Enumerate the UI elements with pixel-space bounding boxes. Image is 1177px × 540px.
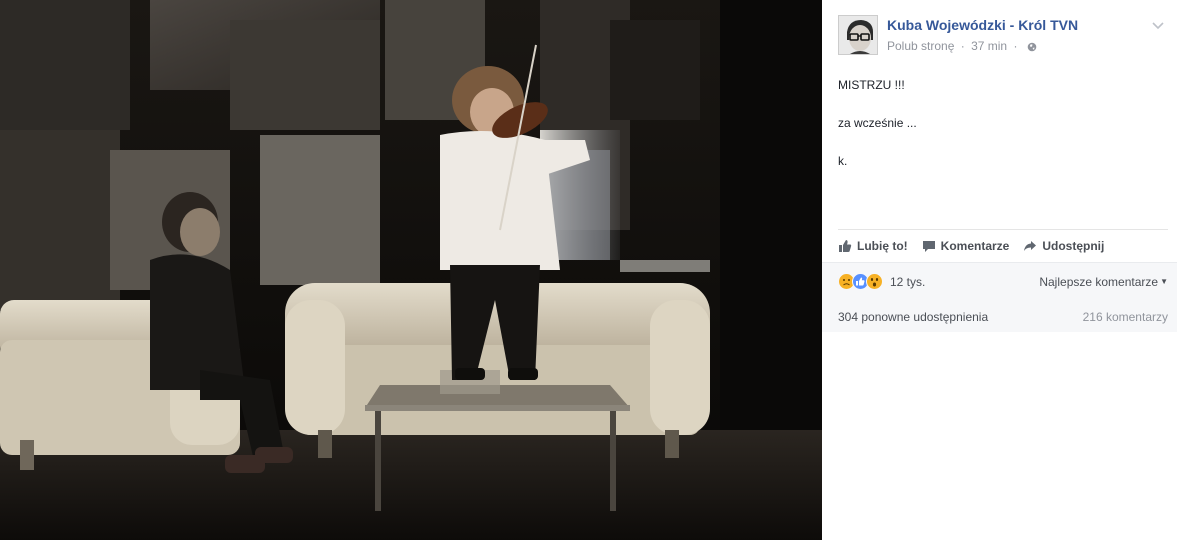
wow-reaction-icon xyxy=(866,273,883,290)
thumbs-up-icon xyxy=(839,239,852,252)
comment-button[interactable]: Komentarze xyxy=(922,238,1010,253)
reactions-row: 12 tys. Najlepsze komentarze ▼ xyxy=(838,272,1168,292)
shares-count-link[interactable]: 304 ponowne udostępnienia xyxy=(838,310,988,324)
chevron-down-icon[interactable] xyxy=(1150,17,1166,33)
post-text-line: za wcześnie ... xyxy=(838,116,917,130)
caret-down-icon: ▼ xyxy=(1160,277,1168,286)
studio-photo-illustration xyxy=(0,0,822,540)
reaction-count[interactable]: 12 tys. xyxy=(890,275,925,289)
post-photo[interactable] xyxy=(0,0,822,540)
comment-sort-dropdown[interactable]: Najlepsze komentarze ▼ xyxy=(1039,275,1168,289)
stats-row: 304 ponowne udostępnienia 216 komentarzy xyxy=(838,310,1168,326)
comment-sort-label: Najlepsze komentarze xyxy=(1039,275,1159,289)
post-actions: Lubię to! Komentarze Udostępnij xyxy=(838,229,1168,261)
page-name-link[interactable]: Kuba Wojewódzki - Król TVN xyxy=(887,17,1078,33)
globe-icon[interactable] xyxy=(1027,41,1037,55)
comment-button-label: Komentarze xyxy=(940,238,1010,253)
reaction-icons[interactable] xyxy=(838,273,888,291)
post-meta: Polub stronę · 37 min · xyxy=(887,39,1037,55)
meta-separator-2: · xyxy=(1013,39,1018,53)
avatar[interactable] xyxy=(838,15,878,55)
like-button[interactable]: Lubię to! xyxy=(838,239,908,253)
like-button-label: Lubię to! xyxy=(857,238,908,253)
post-text-line: k. xyxy=(838,154,848,168)
comments-count-link[interactable]: 216 komentarzy xyxy=(1083,310,1168,324)
reactions-bar: 12 tys. Najlepsze komentarze ▼ 304 ponown… xyxy=(822,262,1177,332)
comment-bubble-icon xyxy=(922,240,935,252)
post-side-panel: Kuba Wojewódzki - Król TVN Polub stronę … xyxy=(822,0,1177,540)
share-button[interactable]: Udostępnij xyxy=(1023,239,1104,253)
share-button-label: Udostępnij xyxy=(1042,238,1105,253)
avatar-portrait-icon xyxy=(839,16,877,54)
meta-separator: · xyxy=(960,39,965,53)
post-timestamp[interactable]: 37 min xyxy=(971,39,1007,53)
share-arrow-icon xyxy=(1024,240,1037,251)
post-text-line: MISTRZU !!! xyxy=(838,78,905,92)
post-header: Kuba Wojewódzki - Król TVN Polub stronę … xyxy=(838,15,1168,59)
post-text: MISTRZU !!! za wcześnie ... k. xyxy=(838,78,1158,192)
like-page-link[interactable]: Polub stronę xyxy=(887,39,954,53)
